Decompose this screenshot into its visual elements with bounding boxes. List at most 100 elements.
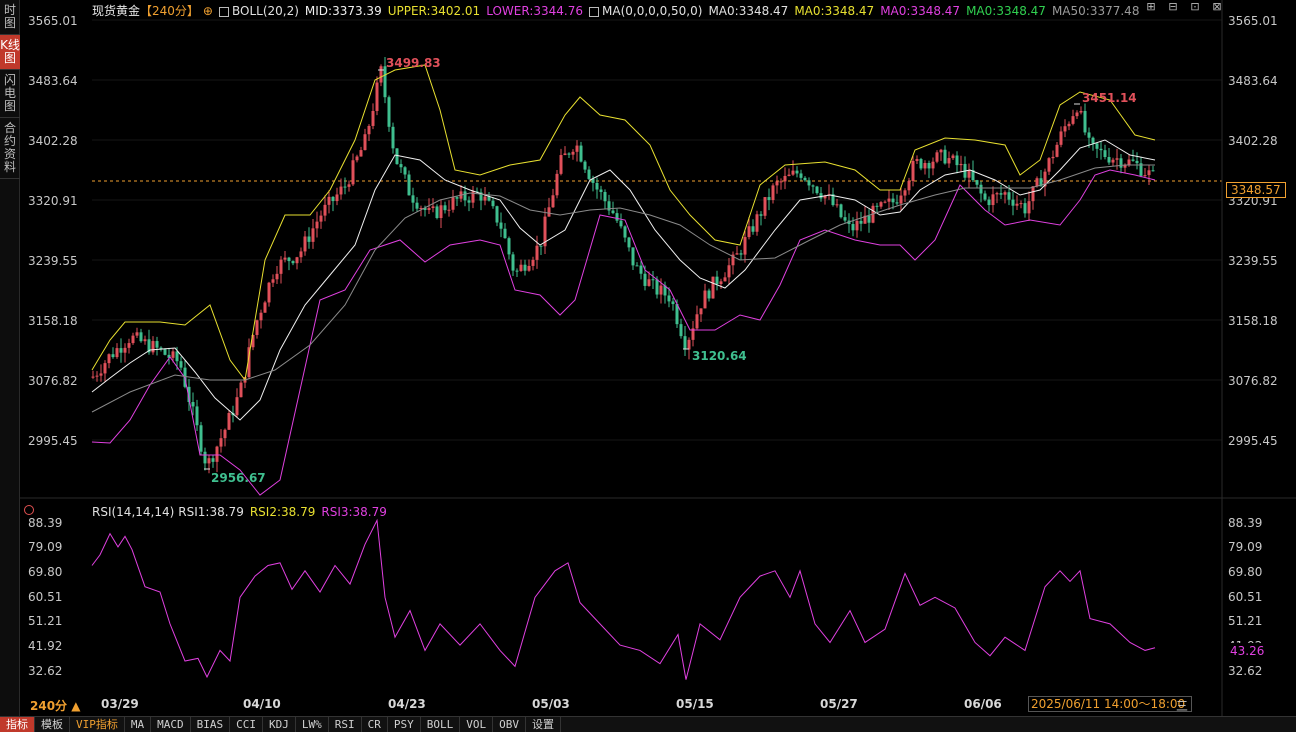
toolbar-settings[interactable]: 设置	[526, 716, 561, 732]
x-axis-label-0: 03/29	[101, 697, 139, 711]
candle-body	[447, 209, 451, 211]
candle-body	[779, 181, 783, 183]
candle-body	[783, 175, 787, 182]
candle-body	[107, 354, 111, 364]
candle-body	[175, 351, 179, 362]
candle-body	[1083, 110, 1087, 133]
boll-upper-line	[91, 64, 1156, 382]
toolbar-indicators[interactable]: 指标	[0, 716, 35, 732]
x-axis-label-3: 05/03	[532, 697, 570, 711]
crosshair-date-box: 2025/06/11 14:00～18:00	[1028, 696, 1192, 712]
candle-body	[727, 265, 731, 278]
candle-body	[431, 206, 435, 209]
candle-body	[279, 259, 283, 274]
toolbar-cr[interactable]: CR	[362, 716, 388, 732]
toolbar-ma[interactable]: MA	[125, 716, 152, 732]
candle-body	[491, 200, 495, 207]
toolbar-lw[interactable]: LW%	[296, 716, 329, 732]
candle-body	[307, 236, 311, 242]
candle-body	[695, 314, 699, 329]
candle-body	[899, 195, 903, 204]
candle-body	[267, 282, 271, 303]
price-axis-right-1: 3483.64	[1228, 74, 1278, 88]
candle-body	[335, 194, 339, 202]
date-menu-icon[interactable]: 三	[1176, 697, 1188, 714]
candle-body	[351, 160, 355, 185]
candle-body	[1119, 158, 1123, 168]
candle-body	[323, 204, 327, 216]
candle-body	[659, 285, 663, 295]
annotation-low-2: 3120.64	[692, 349, 747, 363]
toolbar-vip-indicators[interactable]: VIP指标	[70, 716, 125, 732]
candle-body	[631, 247, 635, 266]
candle-body	[595, 182, 599, 190]
toolbar-cci[interactable]: CCI	[230, 716, 263, 732]
candle-body	[219, 438, 223, 447]
candle-body	[355, 156, 359, 161]
candle-body	[151, 341, 155, 353]
candle-body	[935, 152, 939, 162]
candle-body	[331, 196, 335, 202]
candle-body	[1087, 132, 1091, 138]
candle-body	[395, 148, 399, 165]
candle-body	[1051, 156, 1055, 159]
candle-body	[463, 191, 467, 201]
candle-body	[703, 290, 707, 309]
crosshair-date-text: 2025/06/11 14:00～18:00	[1031, 697, 1186, 711]
annotation-high-2: 3451.14	[1082, 91, 1137, 105]
current-price-tag: 3348.57	[1226, 182, 1286, 198]
indicator-toolbar: 指标 模板 VIP指标 MA MACD BIAS CCI KDJ LW% RSI…	[0, 716, 1296, 732]
candle-body	[1023, 203, 1027, 214]
candle-body	[179, 361, 183, 368]
toolbar-boll[interactable]: BOLL	[421, 716, 461, 732]
period-selector[interactable]: 240分 ▲	[30, 697, 80, 714]
candle-body	[679, 324, 683, 337]
candle-body	[291, 261, 295, 264]
toolbar-templates[interactable]: 模板	[35, 716, 70, 732]
candle-body	[975, 180, 979, 185]
price-axis-right-6: 3076.82	[1228, 374, 1278, 388]
candle-body	[819, 193, 823, 199]
price-axis-left-2: 3402.28	[28, 134, 78, 148]
candle-body	[835, 204, 839, 206]
toolbar-psy[interactable]: PSY	[388, 716, 421, 732]
candle-body	[879, 202, 883, 207]
candle-body	[195, 406, 199, 426]
candle-body	[227, 413, 231, 430]
candle-body	[715, 276, 719, 285]
candle-body	[771, 185, 775, 200]
toolbar-obv[interactable]: OBV	[493, 716, 526, 732]
candle-body	[527, 265, 531, 271]
candle-body	[287, 257, 291, 262]
x-axis-label-6: 06/06	[964, 697, 1002, 711]
candle-body	[671, 301, 675, 305]
rsi-axis-right-1: 79.09	[1228, 540, 1263, 554]
candle-body	[1095, 143, 1099, 149]
candle-body	[867, 215, 871, 223]
candle-body	[411, 195, 415, 203]
price-axis-right-7: 2995.45	[1228, 434, 1278, 448]
candle-body	[1035, 178, 1039, 187]
toolbar-vol[interactable]: VOL	[460, 716, 494, 732]
candle-body	[523, 264, 527, 271]
annotation-high-1: 3499.83	[386, 56, 441, 70]
candle-body	[303, 236, 307, 252]
toolbar-macd[interactable]: MACD	[151, 716, 191, 732]
candle-body	[775, 181, 779, 186]
x-axis-label-2: 04/23	[388, 697, 426, 711]
candle-body	[575, 145, 579, 152]
toolbar-kdj[interactable]: KDJ	[263, 716, 296, 732]
price-chart-canvas[interactable]	[0, 0, 1296, 732]
toolbar-rsi[interactable]: RSI	[329, 716, 362, 732]
candle-body	[759, 214, 763, 216]
candle-body	[767, 197, 771, 200]
candle-body	[687, 339, 691, 350]
candle-body	[131, 335, 135, 344]
toolbar-bias[interactable]: BIAS	[191, 716, 231, 732]
candle-body	[995, 193, 999, 195]
candle-body	[127, 343, 131, 348]
candle-body	[755, 214, 759, 232]
chart-grid	[92, 19, 1222, 441]
candle-body	[363, 134, 367, 151]
candle-body	[1143, 175, 1147, 177]
